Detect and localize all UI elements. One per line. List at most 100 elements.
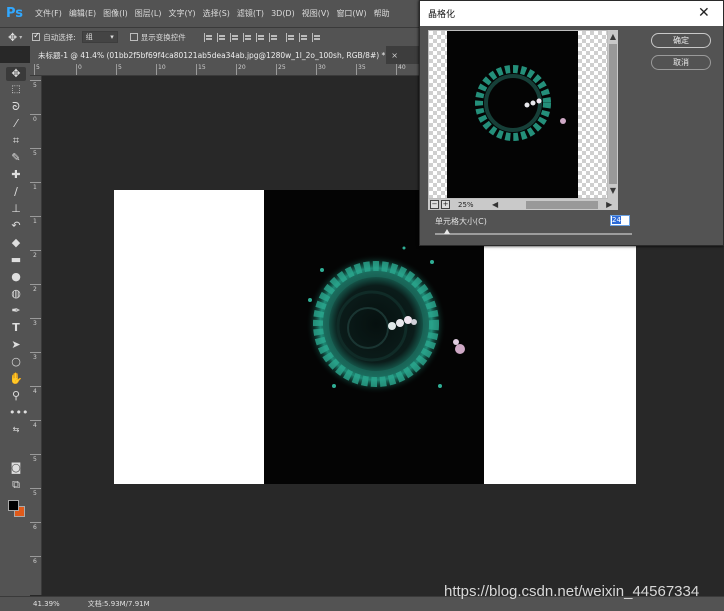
preview-vertical-scrollbar[interactable]: ▲ ▼ (608, 30, 618, 199)
foreground-color-swatch[interactable] (8, 500, 19, 511)
scroll-left-icon[interactable]: ◀ (492, 200, 498, 209)
preview-zoom-row: − + 25% ◀ ▶ (428, 199, 618, 210)
ruler-tick: 0 (30, 114, 41, 123)
ruler-tick: 5 (30, 488, 41, 497)
ruler-tick: 5 (30, 80, 41, 89)
move-icon[interactable]: ✥ (6, 67, 26, 81)
lasso-icon[interactable]: ᘐ (9, 100, 23, 114)
close-icon[interactable]: × (391, 51, 398, 60)
menu-edit[interactable]: 编辑(E) (69, 8, 96, 19)
horizontal-scroll-thumb[interactable] (526, 200, 599, 209)
align-top-icon[interactable] (203, 32, 213, 42)
document-tab-title: 未标题-1 @ 41.4% (01bb2f5bf69f4ca80121ab5de… (38, 50, 386, 60)
quick-mask-icon[interactable]: ◙ (9, 461, 23, 475)
watermark-url: https://blog.csdn.net/weixin_44567334 (444, 583, 700, 600)
dodge-icon[interactable]: ◍ (9, 287, 23, 301)
screen-mode-icon[interactable]: ⧉ (9, 478, 23, 492)
scroll-up-icon[interactable]: ▲ (608, 32, 618, 41)
ruler-tick: 5 (30, 148, 41, 157)
blur-icon[interactable]: ● (9, 270, 23, 284)
cancel-button[interactable]: 取消 (651, 55, 711, 70)
cell-size-input[interactable]: 24 (610, 215, 630, 226)
menu-3d[interactable]: 3D(D) (271, 9, 295, 18)
preview-zoom-level: 25% (458, 200, 474, 209)
show-transform-checkbox[interactable] (129, 33, 138, 41)
cell-size-slider[interactable] (435, 233, 632, 235)
ruler-tick: 35 (356, 64, 366, 75)
ruler-tick: 4 (30, 420, 41, 429)
menu-file[interactable]: 文件(F) (35, 8, 62, 19)
distribute-bottom-icon[interactable] (311, 32, 321, 42)
ruler-tick: 2 (30, 284, 41, 293)
zoom-level[interactable]: 41.39% (33, 600, 60, 608)
zoom-in-icon[interactable]: + (441, 200, 450, 209)
menu-layer[interactable]: 图层(L) (135, 8, 162, 19)
ruler-tick: 4 (30, 386, 41, 395)
ruler-tick: 1 (30, 182, 41, 191)
document-info[interactable]: 文档:5.93M/7.91M (88, 599, 150, 609)
dialog-title: 晶格化 (428, 10, 456, 20)
eraser-icon[interactable]: ◆ (9, 236, 23, 250)
ruler-tick: 25 (276, 64, 286, 75)
pen-icon[interactable]: ✒ (9, 304, 23, 318)
scroll-down-icon[interactable]: ▼ (608, 186, 618, 195)
menu-window[interactable]: 窗口(W) (336, 8, 366, 19)
filter-preview[interactable] (428, 30, 608, 199)
menu-type[interactable]: 文字(Y) (168, 8, 195, 19)
ruler-tick: 40 (396, 64, 406, 75)
shape-icon[interactable]: ○ (9, 355, 23, 369)
auto-select-checkbox[interactable] (32, 31, 41, 41)
dialog-titlebar[interactable]: 晶格化 (420, 1, 723, 26)
zoom-out-icon[interactable]: − (430, 200, 439, 209)
crop-icon[interactable]: ⌗ (9, 134, 23, 148)
magic-wand-icon[interactable]: ⁄ (9, 117, 23, 131)
ruler-tick: 3 (30, 352, 41, 361)
menu-select[interactable]: 选择(S) (203, 8, 230, 19)
scroll-thumb[interactable] (609, 44, 617, 184)
eyedropper-icon[interactable]: ✎ (9, 151, 23, 165)
type-icon[interactable]: T (9, 321, 23, 335)
distribute-vcenter-icon[interactable] (298, 32, 308, 42)
default-colors-icon[interactable]: ⇆ (9, 423, 23, 437)
distribute-top-icon[interactable] (285, 32, 295, 42)
preview-image (475, 65, 566, 141)
menu-help[interactable]: 帮助 (374, 8, 390, 19)
align-hcenter-icon[interactable] (255, 32, 265, 42)
healing-brush-icon[interactable]: ✚ (9, 168, 23, 182)
scroll-right-icon[interactable]: ▶ (606, 200, 612, 209)
cell-size-slider-thumb[interactable] (443, 229, 450, 234)
clone-stamp-icon[interactable]: ⊥ (9, 202, 23, 216)
align-left-icon[interactable] (242, 32, 252, 42)
close-icon[interactable]: ✕ (698, 5, 710, 21)
marquee-icon[interactable]: ⬚ (9, 83, 23, 97)
cell-size-label: 单元格大小(C) (435, 217, 487, 226)
ruler-tick: 3 (30, 318, 41, 327)
toolbar: ✥ ⬚ ᘐ ⁄ ⌗ ✎ ✚ ∕ ⊥ ↶ ◆ ▬ ● ◍ ✒ T ➤ ○ ✋ ⚲ … (0, 63, 30, 599)
ok-button[interactable]: 确定 (651, 33, 711, 48)
cell-size-value: 24 (612, 216, 621, 224)
ruler-left: 5 0 5 1 1 2 2 3 3 4 4 5 5 6 6 (30, 76, 42, 595)
ruler-tick: 5 (34, 64, 40, 75)
ruler-tick: 6 (30, 556, 41, 565)
move-tool-preset-icon[interactable]: ✥ (8, 31, 17, 44)
document-tab[interactable]: 未标题-1 @ 41.4% (01bb2f5bf69f4ca80121ab5de… (30, 46, 398, 64)
auto-select-dropdown[interactable]: 组 ▾ (81, 31, 118, 43)
ruler-tick: 30 (316, 64, 326, 75)
history-brush-icon[interactable]: ↶ (9, 219, 23, 233)
menu-image[interactable]: 图像(I) (103, 8, 128, 19)
zoom-icon[interactable]: ⚲ (9, 389, 23, 403)
align-vcenter-icon[interactable] (216, 32, 226, 42)
align-right-icon[interactable] (268, 32, 278, 42)
photoshop-logo: Ps (6, 5, 24, 21)
gradient-icon[interactable]: ▬ (9, 253, 23, 267)
path-select-icon[interactable]: ➤ (9, 338, 23, 352)
auto-select-value: 组 (85, 33, 93, 41)
hand-icon[interactable]: ✋ (9, 372, 23, 386)
chevron-down-icon[interactable]: ▾ (19, 34, 22, 41)
align-bottom-icon[interactable] (229, 32, 239, 42)
chevron-down-icon: ▾ (110, 33, 114, 41)
menu-filter[interactable]: 滤镜(T) (237, 8, 264, 19)
more-tools-icon[interactable]: ••• (9, 406, 28, 420)
brush-icon[interactable]: ∕ (9, 185, 23, 199)
menu-view[interactable]: 视图(V) (302, 8, 330, 19)
